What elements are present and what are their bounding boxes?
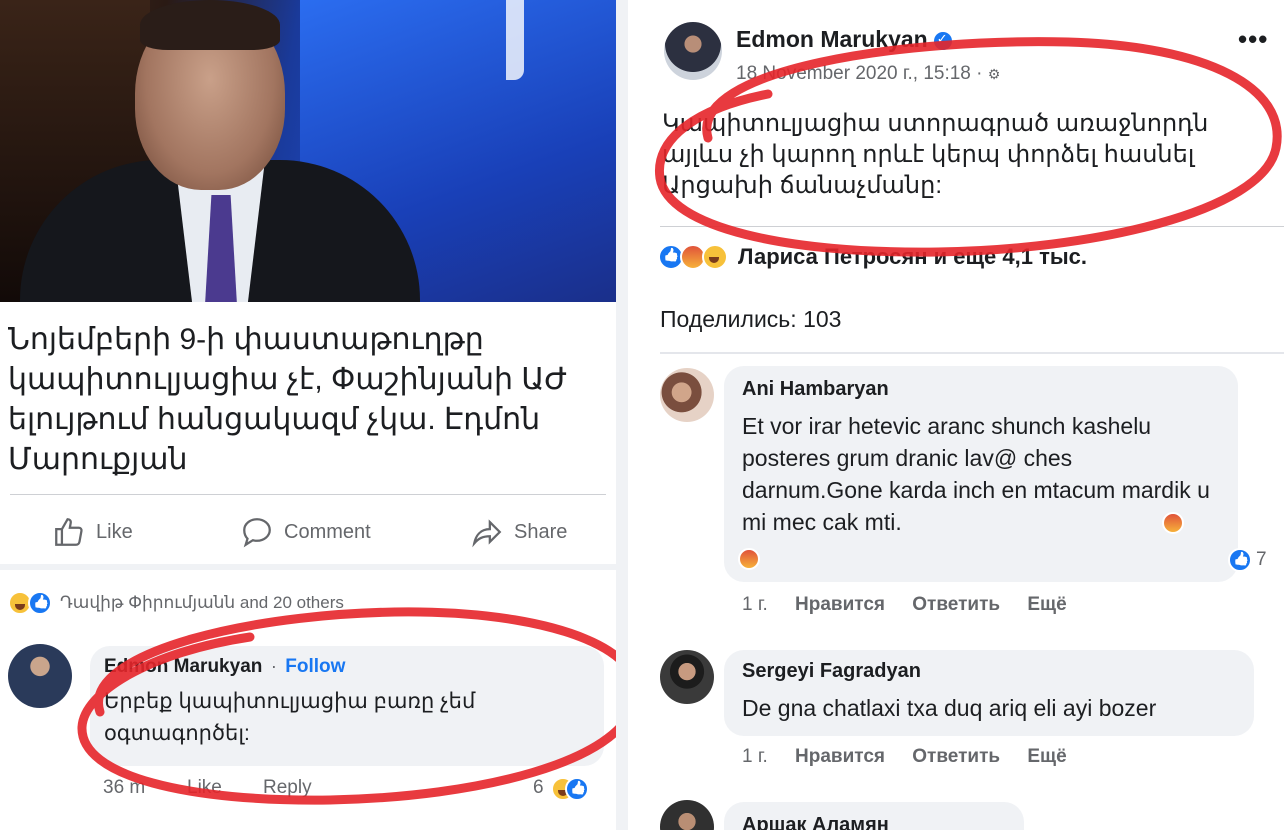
post-author-name: Edmon Marukyan <box>736 26 928 52</box>
divider <box>660 352 1284 354</box>
like-reaction-icon <box>1228 548 1252 572</box>
comment-reply-link[interactable]: Ответить <box>912 746 1000 767</box>
comment-label: Comment <box>284 520 371 543</box>
comment-reaction-count: 6 <box>533 777 544 798</box>
comment-time[interactable]: 36 m <box>103 777 145 799</box>
comment-bubble: Sergeyi Fagradyan De gna chatlaxi txa du… <box>724 650 1254 736</box>
comment-like-link[interactable]: Like <box>187 777 222 799</box>
like-reaction-icon <box>565 777 589 801</box>
post-author[interactable]: Edmon Marukyan <box>736 26 952 53</box>
comment-bubble: Edmon Marukyan · Follow Երբեք կապիտուլյա… <box>90 646 604 766</box>
comment-time[interactable]: 1 г. <box>742 746 768 767</box>
divider <box>10 494 606 495</box>
reaction-summary[interactable]: Лариса Петросян и еще 4,1 тыс. <box>658 242 1087 272</box>
comment-bubble: Аршак Аламян <box>724 802 1024 830</box>
like-reaction-icon <box>28 591 52 615</box>
comment-text: Երբեք կապիտուլյացիա բառը չեմ օգտագործել: <box>104 690 476 745</box>
comment-reply-link[interactable]: Reply <box>263 777 312 799</box>
post-action-bar: Like Comment Share <box>0 508 616 556</box>
like-button[interactable]: Like <box>52 508 133 556</box>
comment-meta: 36 m Like Reply 6 <box>103 777 613 803</box>
section-gap <box>0 564 616 570</box>
comment-meta: 1 г. Нравится Ответить Ещё <box>742 594 1089 616</box>
avatar[interactable] <box>660 650 714 704</box>
like-label: Like <box>96 520 133 543</box>
comment-more-link[interactable]: Ещё <box>1027 594 1066 615</box>
comment-button[interactable]: Comment <box>240 508 371 556</box>
comment-author[interactable]: Аршак Аламян <box>742 814 889 830</box>
article-headline[interactable]: Նոյեմբերի 9-ի փաստաթուղթը կապիտուլյացիա … <box>8 320 598 480</box>
angry-emoji-icon <box>738 548 760 570</box>
reaction-names: Лариса Петросян и еще 4,1 тыс. <box>738 244 1088 269</box>
avatar[interactable] <box>660 800 714 830</box>
reaction-names: Դավիթ Փիրումյանն and 20 others <box>60 593 344 612</box>
news-photo <box>0 0 616 302</box>
panel-gap <box>616 0 628 830</box>
comment-author[interactable]: Edmon Marukyan <box>104 656 262 677</box>
comment-text: De gna chatlaxi txa duq ariq eli ayi boz… <box>742 695 1157 721</box>
share-icon <box>472 519 502 548</box>
share-label: Share <box>514 520 568 543</box>
comment-text: Et vor irar hetevic aranc shunch kashelu… <box>742 413 1210 535</box>
comment-icon <box>243 518 271 548</box>
comment-bubble: Ani Hambaryan Et vor irar hetevic aranc … <box>724 366 1238 582</box>
share-count[interactable]: Поделились: 103 <box>660 306 841 333</box>
post-date-text: 18 November 2020 г., 15:18 · <box>736 63 983 84</box>
comment-reaction-count[interactable]: 7 <box>1228 548 1267 572</box>
avatar[interactable] <box>660 368 714 422</box>
comment-time[interactable]: 1 г. <box>742 594 768 615</box>
left-screenshot-panel: Նոյեմբերի 9-ի փաստաթուղթը կապիտուլյացիա … <box>0 0 628 830</box>
thumbs-up-icon <box>55 518 83 546</box>
post-date[interactable]: 18 November 2020 г., 15:18 · ⚙ <box>736 63 1000 85</box>
more-options-icon[interactable]: ••• <box>1238 24 1268 55</box>
comment-author[interactable]: Ani Hambaryan <box>742 378 889 401</box>
gear-icon: ⚙ <box>987 66 1001 82</box>
avatar[interactable] <box>664 22 722 80</box>
comment-like-link[interactable]: Нравится <box>795 594 885 615</box>
comment-meta: 1 г. Нравится Ответить Ещё <box>742 746 1089 768</box>
share-button[interactable]: Share <box>470 508 567 556</box>
avatar[interactable] <box>8 644 72 708</box>
haha-reaction-icon <box>702 244 728 270</box>
angry-emoji-icon <box>1162 512 1184 534</box>
comment-like-link[interactable]: Нравится <box>795 746 885 767</box>
comment-reply-link[interactable]: Ответить <box>912 594 1000 615</box>
follow-link[interactable]: Follow <box>285 656 345 677</box>
name-separator: · <box>270 656 277 676</box>
reaction-count-number: 7 <box>1256 549 1267 570</box>
reaction-summary[interactable]: Դավիթ Փիրումյանն and 20 others <box>8 590 344 616</box>
verified-badge-icon <box>933 31 952 50</box>
comment-author[interactable]: Sergeyi Fagradyan <box>742 660 921 683</box>
divider <box>660 226 1284 227</box>
right-screenshot-panel: Edmon Marukyan 18 November 2020 г., 15:1… <box>640 0 1284 830</box>
post-text: Կապիտուլյացիա ստորագրած առաջնորդն այլևս … <box>662 110 1209 199</box>
comment-more-link[interactable]: Ещё <box>1027 746 1066 767</box>
